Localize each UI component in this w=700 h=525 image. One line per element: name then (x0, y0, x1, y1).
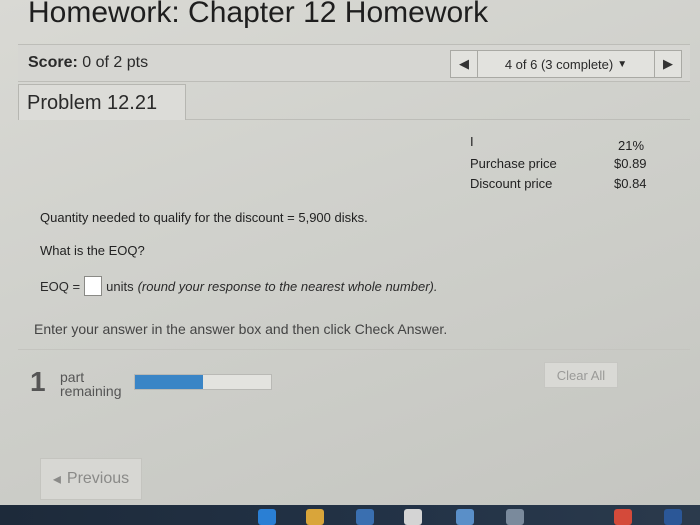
parts-label-line1: part (60, 369, 85, 385)
question-prompt: What is the EOQ? (40, 243, 145, 258)
prev-question-arrow-icon[interactable]: ◀ (451, 56, 477, 72)
eoq-prefix: EOQ = (40, 278, 81, 294)
store-icon[interactable] (356, 509, 374, 525)
files-icon[interactable] (306, 509, 324, 525)
question-select-value: 4 of 6 (3 complete) (504, 56, 614, 72)
score: Score: 0 of 2 pts (28, 54, 148, 72)
problem-tab: Problem 12.21 (18, 84, 186, 120)
people-icon[interactable] (506, 509, 524, 525)
instruction-text: Enter your answer in the answer box and … (34, 321, 448, 337)
eoq-instruction: (round your response to the nearest whol… (137, 278, 438, 294)
previous-button[interactable]: ◂ Previous (40, 458, 142, 500)
divider (186, 119, 690, 120)
chevron-down-icon: ▼ (617, 58, 628, 70)
score-value: 0 of 2 pts (82, 54, 149, 71)
clear-all-button[interactable]: Clear All (544, 362, 618, 388)
score-bar: Score: 0 of 2 pts ◀ 4 of 6 (3 complete) … (18, 44, 690, 82)
question-select[interactable]: 4 of 6 (3 complete) ▼ (477, 51, 655, 77)
table-cell: $0.84 (614, 176, 647, 191)
quantity-text: Quantity needed to qualify for the disco… (40, 210, 368, 225)
previous-label: Previous (66, 470, 130, 487)
taskbar (0, 505, 700, 525)
table-col-marker: I (470, 134, 474, 149)
word-icon[interactable] (664, 509, 682, 525)
progress-bar-fill (135, 375, 203, 389)
divider (18, 349, 690, 350)
table-row-label: Discount price (470, 176, 553, 191)
app-icon[interactable] (456, 509, 474, 525)
eoq-answer-input[interactable] (84, 276, 103, 296)
parts-remaining-count: 1 (30, 366, 46, 397)
chevron-left-icon: ◂ (52, 471, 61, 488)
eoq-suffix: units (106, 278, 134, 294)
score-label: Score: (28, 54, 78, 71)
table-cell: $0.89 (614, 156, 647, 171)
parts-remaining-label: part remaining (60, 370, 121, 398)
question-nav: ◀ 4 of 6 (3 complete) ▼ ▶ (450, 50, 682, 78)
edge-icon[interactable] (258, 509, 276, 525)
next-question-arrow-icon[interactable]: ▶ (655, 56, 681, 72)
mail-icon[interactable] (404, 509, 422, 525)
table-row-label: Purchase price (470, 156, 557, 171)
page-title: Homework: Chapter 12 Homework (28, 0, 489, 29)
chrome-icon[interactable] (614, 509, 632, 525)
eoq-line: EOQ = units (round your response to the … (40, 276, 437, 296)
progress-bar (134, 374, 272, 390)
parts-label-line2: remaining (60, 383, 122, 399)
table-cell: 21% (618, 138, 645, 153)
